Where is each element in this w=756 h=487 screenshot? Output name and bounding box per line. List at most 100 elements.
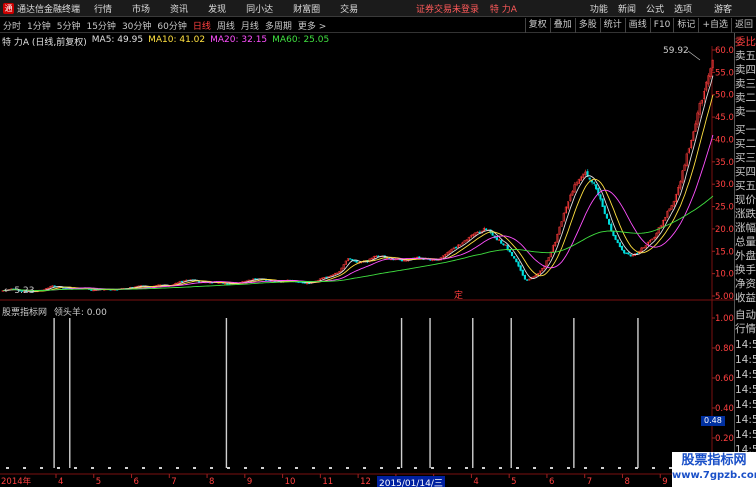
- month-label: 8: [209, 477, 214, 487]
- menu-item-wealth[interactable]: 财富圈: [293, 2, 320, 15]
- signal-baseline-dot: [57, 467, 60, 469]
- candle: [603, 205, 606, 214]
- panel-bid5[interactable]: 买五: [735, 179, 756, 193]
- sub-axis-label: 0.80: [715, 344, 734, 354]
- price-axis-label: 50.00: [715, 91, 734, 101]
- panel-net-assets[interactable]: 净资: [735, 277, 756, 291]
- candle: [478, 231, 481, 234]
- f10-button[interactable]: F10: [649, 18, 674, 33]
- add-watchlist-button[interactable]: +自选: [698, 18, 731, 33]
- tab-5min[interactable]: 5分钟: [54, 19, 84, 32]
- kline-chart[interactable]: 60.0055.0050.0045.0040.0035.0030.0025.00…: [0, 46, 734, 487]
- menu-item-market-quotes[interactable]: 行情: [94, 2, 112, 15]
- stock-title: 特 力A (日线,前复权): [2, 38, 87, 48]
- tab-60min[interactable]: 60分钟: [154, 19, 189, 32]
- tab-daily[interactable]: 日线: [190, 19, 214, 32]
- panel-bid-ratio[interactable]: 委比: [735, 35, 756, 49]
- month-label: 8: [624, 477, 629, 487]
- main-menu: 行情 市场 资讯 发现 同小达 财富圈 交易: [94, 2, 378, 15]
- panel-change[interactable]: 涨跌: [735, 207, 756, 221]
- candle: [355, 260, 358, 263]
- panel-bid1[interactable]: 买一: [735, 123, 756, 137]
- tab-weekly[interactable]: 周线: [214, 19, 238, 32]
- menu-item-discover[interactable]: 发现: [208, 2, 226, 15]
- tick-time: 14:50: [735, 369, 756, 381]
- candle: [623, 249, 626, 254]
- candle: [515, 258, 518, 263]
- tab-monthly[interactable]: 月线: [238, 19, 262, 32]
- guest-account[interactable]: 游客: [714, 2, 732, 15]
- price-axis-label: 55.00: [715, 68, 734, 78]
- signal-baseline-dot: [397, 467, 400, 469]
- tab-intraday[interactable]: 分时: [0, 19, 24, 32]
- panel-earnings[interactable]: 收益: [735, 291, 756, 305]
- menu-item-trade[interactable]: 交易: [340, 2, 358, 15]
- menu-item-market[interactable]: 市场: [132, 2, 150, 15]
- candle: [627, 252, 630, 255]
- draw-line-button[interactable]: 画线: [624, 18, 650, 33]
- tab-more[interactable]: 更多 >: [295, 19, 329, 32]
- tick-time: 14:50: [735, 429, 756, 441]
- month-label: 7: [587, 477, 592, 487]
- menu-item-functions[interactable]: 功能: [590, 2, 608, 15]
- signal-baseline-dot: [6, 467, 9, 469]
- adjust-button[interactable]: 复权: [524, 18, 550, 33]
- month-label: 5: [511, 477, 516, 487]
- signal-baseline-dot: [278, 467, 281, 469]
- right-menu: 功能 新闻 公式 选项 游客: [580, 2, 756, 15]
- candle: [625, 252, 628, 254]
- stock-tag: 特 力A: [489, 5, 517, 15]
- panel-ask5[interactable]: 卖五: [735, 49, 756, 63]
- tab-multi-period[interactable]: 多周期: [262, 19, 295, 32]
- menu-item-headlines[interactable]: 新闻: [618, 2, 636, 15]
- panel-turnover[interactable]: 换手: [735, 263, 756, 277]
- candle: [400, 259, 404, 262]
- signal-baseline-dot: [448, 467, 451, 469]
- signal-baseline-dot: [465, 467, 468, 469]
- panel-volume[interactable]: 总量: [735, 235, 756, 249]
- panel-bid2[interactable]: 买二: [735, 137, 756, 151]
- multi-stock-button[interactable]: 多股: [574, 18, 600, 33]
- year-label: 2014年: [1, 476, 32, 487]
- ma5-value: MA5: 49.95: [91, 35, 144, 45]
- menu-item-ask[interactable]: 同小达: [246, 2, 273, 15]
- candle: [601, 198, 604, 207]
- signal-baseline-dot: [244, 467, 247, 469]
- price-axis-label: 5.00: [715, 292, 734, 302]
- candle: [605, 213, 608, 219]
- panel-price[interactable]: 现价: [735, 193, 756, 207]
- panel-ask3[interactable]: 卖三: [735, 77, 756, 91]
- menu-item-options[interactable]: 选项: [674, 2, 692, 15]
- tab-1min[interactable]: 1分钟: [24, 19, 54, 32]
- overlay-button[interactable]: 叠加: [549, 18, 575, 33]
- candle: [301, 282, 304, 284]
- price-axis-label: 60.00: [715, 46, 734, 56]
- panel-ask2[interactable]: 卖二: [735, 91, 756, 105]
- sub-indicator-name: 领头羊: 0.00: [53, 308, 107, 318]
- sub-axis-label: 0.20: [715, 434, 734, 444]
- candle: [517, 261, 520, 267]
- login-status[interactable]: 证券交易未登录 特 力A: [416, 2, 517, 15]
- menu-item-news[interactable]: 资讯: [170, 2, 188, 15]
- signal-baseline-dot: [601, 467, 604, 469]
- statistics-button[interactable]: 统计: [599, 18, 625, 33]
- tab-15min[interactable]: 15分钟: [83, 19, 118, 32]
- signal-baseline-dot: [499, 467, 502, 469]
- tab-30min[interactable]: 30分钟: [119, 19, 154, 32]
- ma5-line: [3, 75, 714, 292]
- panel-bid4[interactable]: 买四: [735, 165, 756, 179]
- mark-button[interactable]: 标记: [673, 18, 698, 33]
- candle: [502, 243, 505, 246]
- panel-ask1[interactable]: 卖一: [735, 105, 756, 119]
- panel-auto[interactable]: 自动: [735, 308, 756, 322]
- panel-bid3[interactable]: 买三: [735, 151, 756, 165]
- back-button[interactable]: 返回: [730, 18, 756, 33]
- panel-change-pct[interactable]: 涨幅: [735, 221, 756, 235]
- panel-quotes[interactable]: 行情: [735, 322, 756, 336]
- signal-baseline-dot: [652, 467, 655, 469]
- panel-ask4[interactable]: 卖四: [735, 63, 756, 77]
- title-bar: 通 通达信金融终端 行情 市场 资讯 发现 同小达 财富圈 交易 证券交易未登录…: [0, 0, 756, 17]
- menu-item-formulas[interactable]: 公式: [646, 2, 664, 15]
- panel-outer-vol[interactable]: 外盘: [735, 249, 756, 263]
- month-label: 4: [473, 477, 478, 487]
